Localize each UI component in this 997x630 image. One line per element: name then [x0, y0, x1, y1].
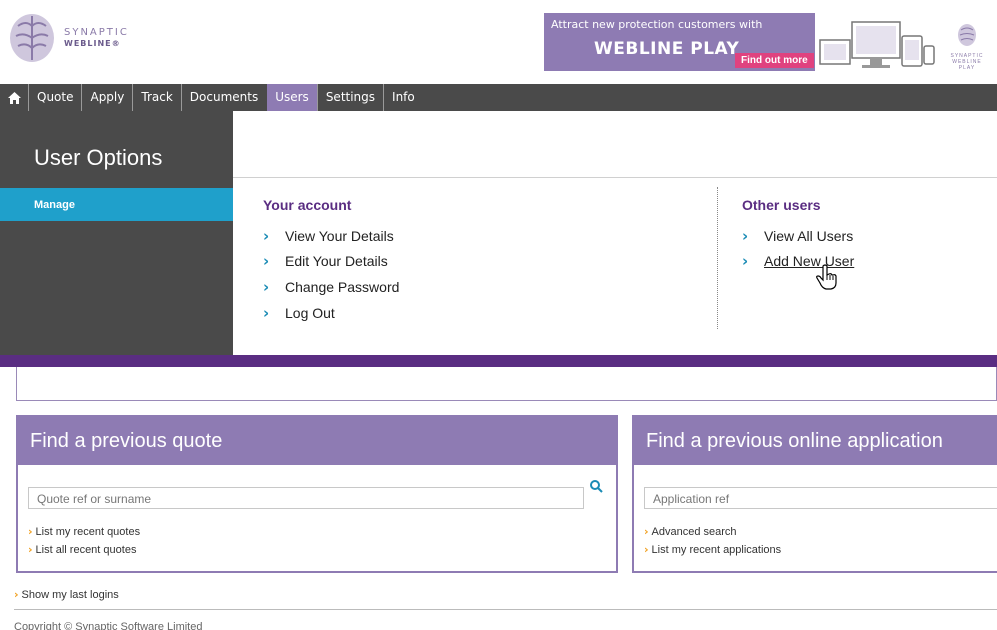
chevron-right-icon: ›: [742, 227, 749, 245]
logo-line2: WEBLINE®: [64, 39, 121, 48]
log-out-link[interactable]: › Log Out: [263, 304, 335, 322]
nav-quote[interactable]: Quote: [28, 84, 81, 111]
list-my-recent-quotes-link[interactable]: › List my recent quotes: [28, 525, 140, 538]
link-label: Edit Your Details: [285, 253, 388, 269]
search-icon[interactable]: [589, 479, 603, 493]
chevron-right-icon: ›: [263, 252, 270, 270]
nav-info[interactable]: Info: [383, 84, 423, 111]
chevron-right-icon: ›: [644, 525, 649, 538]
nav-documents[interactable]: Documents: [180, 84, 266, 111]
column-divider: [717, 187, 718, 329]
copyright-text: Copyright © Synaptic Software Limited: [14, 621, 203, 630]
sidebar-item-manage[interactable]: Manage: [0, 188, 233, 221]
mini-brain-icon: [958, 24, 976, 46]
synaptic-logo[interactable]: SYNAPTIC WEBLINE®: [6, 12, 129, 64]
link-label: Add New User: [764, 253, 855, 269]
banner-product: WEBLINE PLAY: [594, 39, 740, 59]
chevron-right-icon: ›: [263, 304, 270, 322]
link-label: List my recent applications: [651, 543, 782, 556]
list-my-recent-applications-link[interactable]: › List my recent applications: [644, 543, 781, 556]
divider: [233, 177, 997, 178]
nav-settings[interactable]: Settings: [316, 84, 383, 111]
main-nav: Quote Apply Track Documents Users Settin…: [0, 84, 997, 111]
user-options-sidebar: User Options Manage: [0, 111, 233, 355]
link-label: Advanced search: [651, 525, 737, 538]
footer-divider: [14, 609, 997, 610]
link-label: Log Out: [285, 305, 335, 321]
find-application-title: Find a previous online application: [634, 417, 997, 465]
quote-search-input[interactable]: Quote ref or surname: [28, 487, 584, 509]
chevron-right-icon: ›: [263, 278, 270, 296]
chevron-right-icon: ›: [28, 525, 33, 538]
hand-pointer-cursor-icon: [816, 264, 837, 290]
link-label: List all recent quotes: [35, 543, 137, 556]
nav-track[interactable]: Track: [132, 84, 180, 111]
chevron-right-icon: ›: [644, 543, 649, 556]
chevron-right-icon: ›: [28, 543, 33, 556]
user-options-content: Your account › View Your Details › Edit …: [233, 111, 997, 355]
show-last-logins-link[interactable]: › Show my last logins: [14, 588, 119, 601]
find-quote-card: Find a previous quote Quote ref or surna…: [16, 415, 618, 573]
link-label: View All Users: [764, 228, 854, 244]
link-label: View Your Details: [285, 228, 394, 244]
view-your-details-link[interactable]: › View Your Details: [263, 227, 394, 245]
find-out-more-button[interactable]: Find out more: [735, 53, 814, 68]
home-button[interactable]: [0, 84, 28, 111]
nav-apply[interactable]: Apply: [81, 84, 132, 111]
promo-banner[interactable]: Attract new protection customers with WE…: [544, 13, 815, 71]
brain-logo-icon: [10, 14, 54, 62]
user-options-panel: User Options Manage Your account › View …: [0, 111, 997, 355]
find-application-card: Find a previous online application Appli…: [632, 415, 997, 573]
header: SYNAPTIC WEBLINE® Attract new protection…: [0, 0, 997, 84]
find-quote-title: Find a previous quote: [18, 417, 616, 465]
logo-text: SYNAPTIC WEBLINE®: [64, 27, 129, 49]
banner-tagline: Attract new protection customers with: [551, 18, 763, 31]
your-account-heading: Your account: [263, 197, 352, 213]
panel-bottom-bar: [0, 355, 997, 367]
chevron-right-icon: ›: [14, 588, 19, 601]
nav-users[interactable]: Users: [267, 84, 317, 111]
change-password-link[interactable]: › Change Password: [263, 278, 399, 296]
user-options-title: User Options: [34, 145, 163, 170]
link-label: List my recent quotes: [35, 525, 141, 538]
link-label: Show my last logins: [21, 588, 119, 601]
edit-your-details-link[interactable]: › Edit Your Details: [263, 252, 388, 270]
list-all-recent-quotes-link[interactable]: › List all recent quotes: [28, 543, 136, 556]
link-label: Change Password: [285, 279, 400, 295]
view-all-users-link[interactable]: › View All Users: [742, 227, 853, 245]
logo-line1: SYNAPTIC: [64, 27, 129, 38]
other-users-heading: Other users: [742, 197, 821, 213]
advanced-search-link[interactable]: › Advanced search: [644, 525, 737, 538]
devices-illustration-icon: [819, 21, 935, 68]
webline-play-logo: SYNAPTIC WEBLINE PLAY: [944, 22, 990, 71]
chevron-right-icon: ›: [263, 227, 270, 245]
home-icon: [7, 91, 21, 104]
application-search-input[interactable]: Application ref: [644, 487, 997, 509]
content-box: [16, 367, 997, 401]
chevron-right-icon: ›: [742, 252, 749, 270]
mini-logo-line2: WEBLINE PLAY: [952, 59, 982, 71]
